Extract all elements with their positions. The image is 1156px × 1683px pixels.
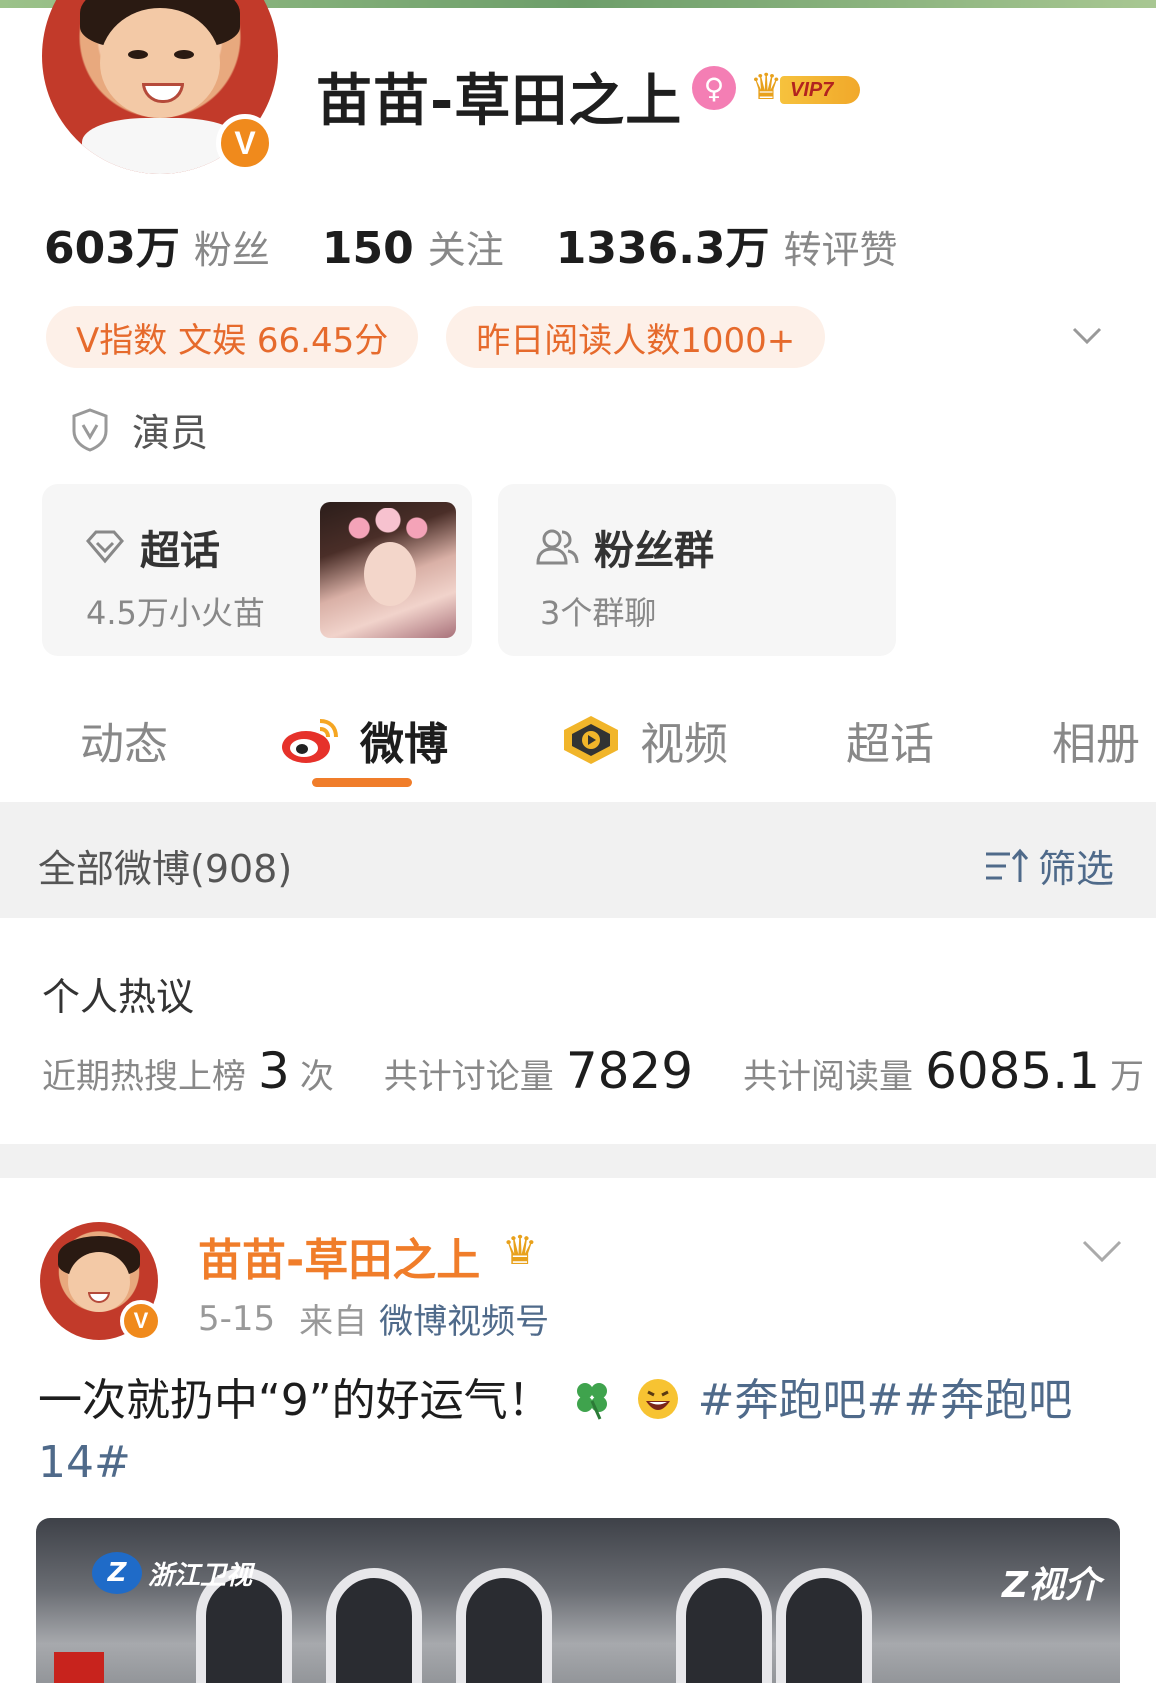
chevron-down-icon[interactable] bbox=[1070, 318, 1104, 352]
post-source[interactable]: 微博视频号 bbox=[379, 1294, 549, 1343]
channel-logo-text: 浙江卫视 bbox=[148, 1560, 253, 1591]
hot-label: 近期热搜上榜 bbox=[42, 1057, 246, 1097]
people-icon bbox=[536, 529, 579, 565]
hot-unit: 万 bbox=[1110, 1057, 1145, 1097]
post-from-label: 来自 bbox=[299, 1302, 368, 1342]
tab-label: 超话 bbox=[846, 719, 934, 770]
profile-pills: V指数 文娱 66.45分 昨日阅读人数1000+ bbox=[46, 306, 853, 368]
v-index-pill[interactable]: V指数 文娱 66.45分 bbox=[46, 306, 419, 368]
shield-v-icon bbox=[72, 407, 108, 452]
stat-label: 粉丝 bbox=[193, 228, 270, 272]
fan-group-card[interactable]: 粉丝群 3个群聊 bbox=[498, 484, 896, 656]
card-title: 超话 bbox=[140, 528, 220, 574]
occupation-row: 演员 bbox=[70, 402, 208, 457]
verified-badge-icon: V bbox=[216, 114, 274, 172]
filter-icon bbox=[986, 848, 1029, 882]
tab-label: 相册 bbox=[1052, 719, 1140, 770]
hot-title: 个人热议 bbox=[42, 975, 195, 1019]
verified-badge-icon: V bbox=[120, 1300, 162, 1342]
filter-label: 筛选 bbox=[1038, 847, 1115, 891]
post-date: 5-15 bbox=[198, 1298, 276, 1339]
super-topic-thumbnail[interactable] bbox=[320, 502, 456, 638]
card-title: 粉丝群 bbox=[594, 528, 714, 574]
card-subtitle: 3个群聊 bbox=[540, 594, 657, 632]
stat-label: 关注 bbox=[427, 228, 504, 272]
diamond-icon bbox=[86, 530, 124, 564]
profile-stats: 603万 粉丝 150 关注 1336.3万 转评赞 bbox=[44, 212, 950, 276]
profile-name: 苗苗-草田之上 bbox=[316, 69, 683, 134]
stat-interactions[interactable]: 1336.3万 转评赞 bbox=[556, 212, 898, 276]
tab-super-topic[interactable]: 超话 bbox=[846, 708, 934, 772]
tab-label: 微博 bbox=[360, 719, 448, 770]
video-play-icon bbox=[564, 716, 618, 764]
tab-label: 视频 bbox=[640, 719, 728, 770]
reads-pill[interactable]: 昨日阅读人数1000+ bbox=[446, 306, 826, 368]
stat-followers[interactable]: 603万 粉丝 bbox=[44, 212, 270, 276]
hot-label: 共计讨论量 bbox=[383, 1057, 554, 1097]
stat-value: 1336.3万 bbox=[555, 223, 770, 274]
female-icon: ♀ bbox=[692, 66, 736, 110]
hot-value: 7829 bbox=[565, 1042, 694, 1100]
tab-label: 动态 bbox=[80, 719, 168, 770]
stat-value: 603万 bbox=[44, 223, 180, 274]
hot-unit: 次 bbox=[299, 1057, 334, 1097]
post-meta: 5-15 来自 微博视频号 bbox=[198, 1294, 549, 1343]
post-video-thumbnail[interactable]: Z 浙江卫视 Z视介 bbox=[36, 1518, 1120, 1683]
super-topic-card[interactable]: 超话 4.5万小火苗 bbox=[42, 484, 472, 656]
clover-emoji bbox=[576, 1383, 607, 1420]
hot-label: 共计阅读量 bbox=[743, 1057, 914, 1097]
channel-logo: Z 浙江卫视 bbox=[92, 1552, 252, 1594]
card-subtitle: 4.5万小火苗 bbox=[86, 594, 265, 632]
active-tab-indicator bbox=[312, 778, 412, 787]
laugh-emoji bbox=[637, 1379, 678, 1419]
tab-album[interactable]: 相册 bbox=[1052, 708, 1140, 772]
stat-label: 转评赞 bbox=[783, 228, 898, 272]
section-divider bbox=[0, 1144, 1156, 1178]
program-tag bbox=[54, 1652, 104, 1683]
weibo-count: 全部微博(908) bbox=[38, 847, 293, 891]
filter-button[interactable]: 筛选 bbox=[984, 838, 1114, 893]
hot-value: 6085.1 bbox=[925, 1042, 1101, 1100]
vip-label: VIP7 bbox=[780, 76, 860, 104]
tab-video[interactable]: 视频 bbox=[560, 708, 728, 772]
vip-badge[interactable]: ♛ VIP7 bbox=[750, 68, 862, 108]
channel-logo-icon: Z bbox=[92, 1552, 142, 1594]
hot-stats-row[interactable]: 近期热搜上榜 3 次 共计讨论量 7829 共计阅读量 6085.1 万 bbox=[42, 1042, 1144, 1100]
hot-value: 3 bbox=[258, 1042, 290, 1100]
post-body: 一次就扔中“9”的好运气！ bbox=[38, 1375, 552, 1426]
post-author[interactable]: 苗苗-草田之上 bbox=[198, 1224, 480, 1288]
stat-value: 150 bbox=[321, 223, 414, 274]
chevron-down-icon[interactable] bbox=[1080, 1236, 1124, 1266]
tab-weibo[interactable]: 微博 bbox=[280, 708, 448, 772]
platform-watermark: Z视介 bbox=[1002, 1565, 1101, 1606]
occupation-label: 演员 bbox=[132, 411, 209, 455]
post-text: 一次就扔中“9”的好运气！ #奔跑吧##奔跑吧14# bbox=[38, 1370, 1118, 1494]
profile-tabs: 动态 微博 视频 超话 相册 bbox=[0, 700, 1156, 792]
stat-following[interactable]: 150 关注 bbox=[322, 219, 504, 274]
tab-dynamics[interactable]: 动态 bbox=[80, 708, 168, 772]
weibo-logo-icon bbox=[282, 719, 338, 763]
vip-crown-icon: ♛ bbox=[502, 1228, 538, 1274]
filter-bar: 全部微博(908) 筛选 bbox=[0, 802, 1156, 918]
